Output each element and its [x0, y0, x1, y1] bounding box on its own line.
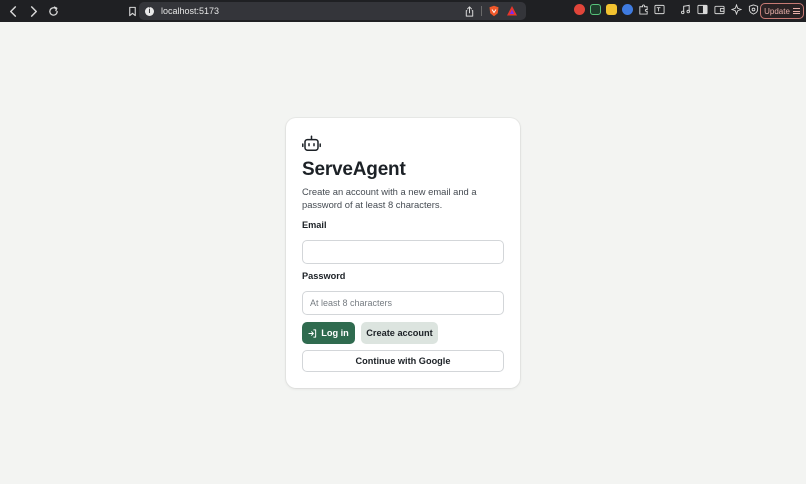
google-signin-button[interactable]: Continue with Google [302, 350, 504, 372]
translate-icon[interactable] [654, 4, 665, 15]
login-icon [308, 328, 317, 338]
menu-icon [792, 8, 800, 14]
browser-tools-row [680, 4, 759, 15]
email-label: Email [302, 220, 327, 230]
password-label: Password [302, 271, 346, 281]
signup-instructions: Create an account with a new email and a… [302, 186, 477, 210]
login-button[interactable]: Log in [302, 322, 355, 344]
forward-button[interactable] [25, 3, 41, 19]
wallet-icon[interactable] [714, 4, 725, 15]
auth-card: ServeAgent Create an account with a new … [286, 118, 520, 388]
login-label: Log in [321, 328, 349, 338]
password-input[interactable] [302, 291, 504, 315]
address-bar[interactable]: i localhost:5173 [139, 2, 526, 20]
extension-red-icon[interactable] [574, 4, 585, 15]
divider [481, 6, 482, 16]
bookmark-button[interactable] [124, 3, 140, 19]
sidebar-icon[interactable] [697, 4, 708, 15]
extensions-row [574, 4, 665, 15]
chevron-left-icon [9, 5, 16, 17]
create-account-button[interactable]: Create account [361, 322, 438, 344]
reload-icon [48, 5, 58, 16]
bookmark-icon [128, 6, 136, 16]
brave-shields-icon[interactable] [488, 5, 500, 17]
update-button[interactable]: Update [760, 3, 804, 19]
chevron-right-icon [30, 5, 37, 17]
share-icon[interactable] [464, 5, 475, 17]
site-info-icon[interactable]: i [145, 6, 154, 16]
reload-button[interactable] [45, 3, 61, 19]
bot-icon [302, 135, 321, 151]
extension-yellow-icon[interactable] [606, 4, 617, 15]
music-note-icon[interactable] [680, 4, 691, 15]
back-button[interactable] [5, 3, 21, 19]
leo-ai-icon[interactable] [731, 4, 742, 15]
brave-rewards-icon[interactable] [506, 5, 518, 17]
app-title: ServeAgent [302, 159, 406, 180]
vpn-shield-icon[interactable] [748, 4, 759, 15]
browser-toolbar: i localhost:5173 Update [0, 0, 806, 22]
extension-green-icon[interactable] [590, 4, 601, 15]
url-text: localhost:5173 [161, 6, 220, 16]
email-input[interactable] [302, 240, 504, 264]
puzzle-icon[interactable] [638, 4, 649, 15]
update-label: Update [764, 6, 790, 16]
extension-blue-icon[interactable] [622, 4, 633, 15]
